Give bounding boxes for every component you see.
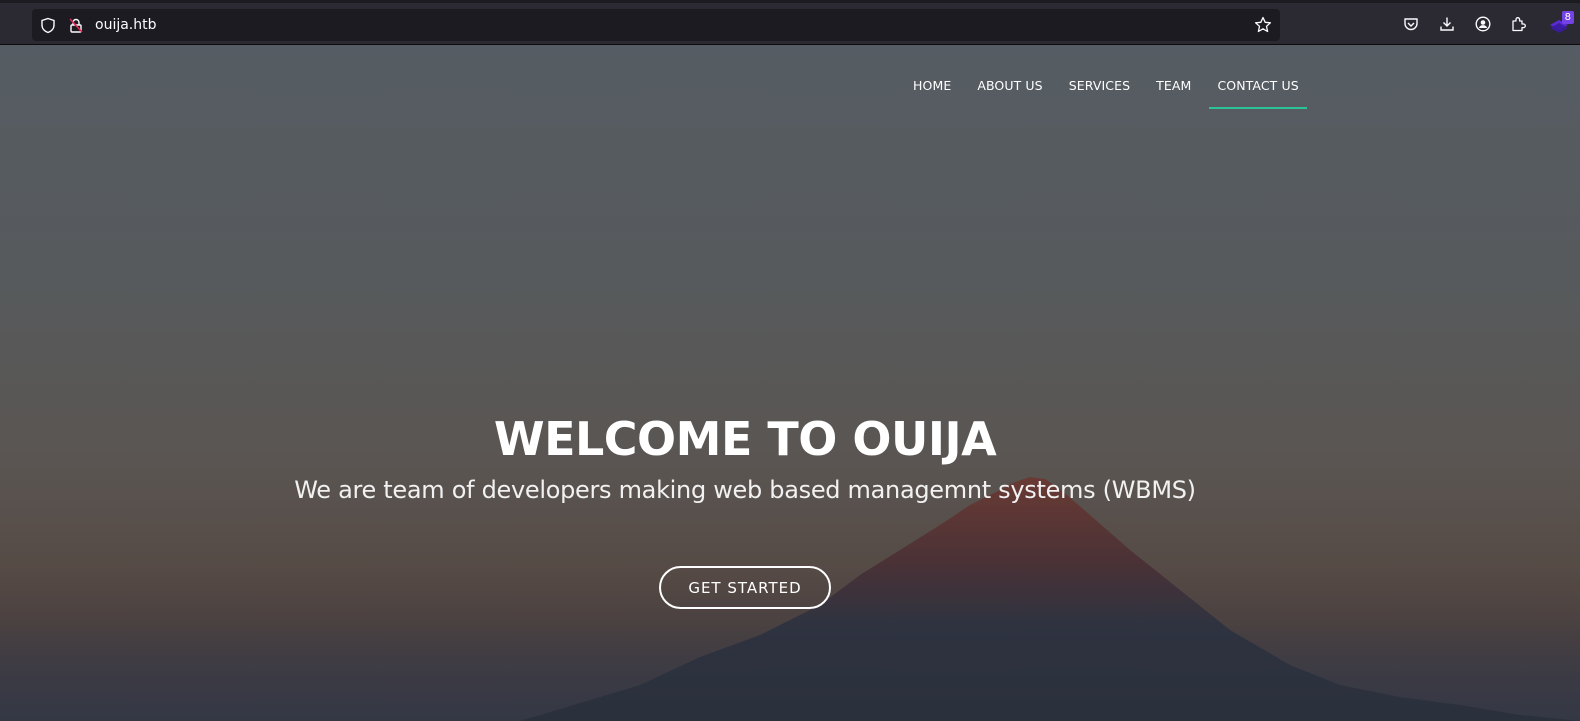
account-icon[interactable]: [1474, 15, 1492, 33]
shield-icon[interactable]: [39, 16, 57, 34]
main-nav: HOME ABOUT US SERVICES TEAM CONTACT US: [913, 78, 1308, 109]
nav-team[interactable]: TEAM: [1156, 78, 1191, 109]
get-started-button[interactable]: GET STARTED: [659, 566, 831, 609]
insecure-lock-icon[interactable]: [67, 16, 85, 34]
url-text[interactable]: ouija.htb: [95, 17, 157, 33]
pocket-icon[interactable]: [1402, 15, 1420, 33]
star-icon[interactable]: [1254, 16, 1272, 34]
nav-contact-us[interactable]: CONTACT US: [1209, 78, 1308, 109]
address-bar[interactable]: ouija.htb: [32, 9, 1280, 41]
extension-badge-count: 8: [1561, 11, 1574, 24]
extension-button[interactable]: 8: [1548, 11, 1574, 37]
hero-section: HOME ABOUT US SERVICES TEAM CONTACT US W…: [0, 45, 1580, 721]
nav-about-us[interactable]: ABOUT US: [977, 78, 1042, 109]
mountain-background: [0, 477, 1580, 721]
download-icon[interactable]: [1438, 15, 1456, 33]
hero-subtitle: We are team of developers making web bas…: [294, 476, 1196, 504]
nav-services[interactable]: SERVICES: [1069, 78, 1130, 109]
browser-toolbar: ouija.htb 8: [0, 0, 1580, 45]
hero-title: WELCOME TO OUIJA: [493, 412, 997, 466]
puzzle-icon[interactable]: [1510, 15, 1528, 33]
nav-home[interactable]: HOME: [913, 78, 951, 109]
